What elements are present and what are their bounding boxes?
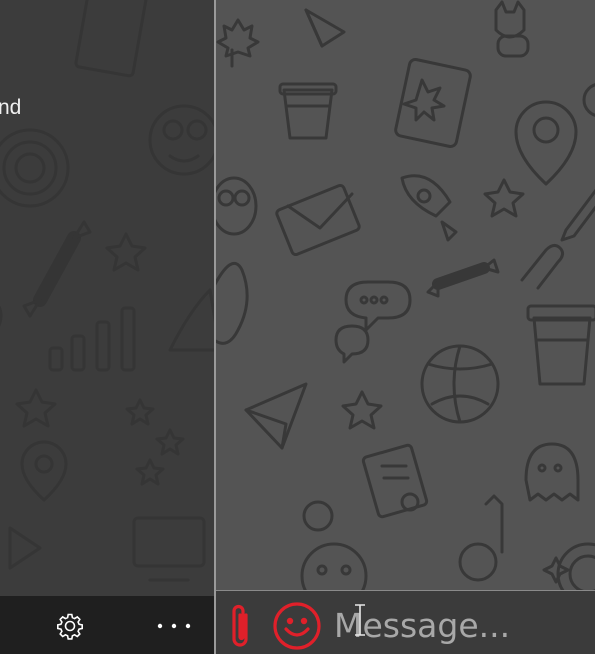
- chat-background-pattern: [216, 0, 595, 590]
- chat-pane: [216, 0, 595, 654]
- sidebar-bottom-bar: [0, 596, 214, 654]
- paperclip-icon: [232, 604, 248, 647]
- app-window: nd: [0, 0, 595, 654]
- message-composer: [216, 590, 595, 654]
- chat-list-pane: nd: [0, 0, 214, 654]
- more-options-button[interactable]: [150, 610, 198, 642]
- gear-icon: [57, 613, 83, 640]
- text-cursor-icon: [355, 604, 365, 636]
- sidebar-background-pattern: [0, 0, 214, 582]
- attach-button[interactable]: [226, 601, 256, 649]
- ellipsis-icon: [157, 623, 191, 629]
- emoji-button[interactable]: [272, 601, 322, 651]
- settings-button[interactable]: [52, 610, 88, 642]
- chat-title-fragment: nd: [0, 96, 22, 119]
- smiley-icon: [273, 602, 321, 650]
- message-input[interactable]: [334, 601, 584, 649]
